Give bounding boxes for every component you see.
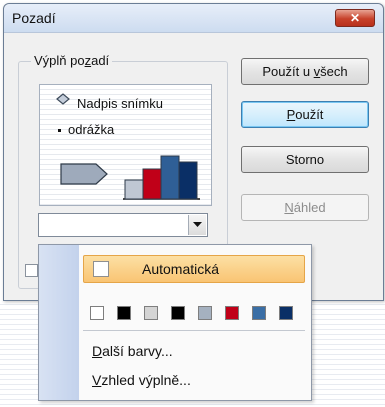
close-button[interactable]: ✕: [335, 9, 375, 27]
preview-label: Náhled: [284, 200, 326, 215]
swatch-steel-blue[interactable]: [252, 306, 266, 320]
preview-button[interactable]: Náhled: [241, 194, 369, 221]
arrow-shape: [60, 163, 108, 185]
apply-to-all-label: Použít u všech: [262, 64, 348, 79]
chart-bar-4: [178, 161, 198, 200]
menu-separator: [83, 330, 305, 331]
automatic-swatch: [93, 261, 109, 277]
apply-button[interactable]: Použít: [241, 101, 369, 128]
preview-bullet-text: odrážka: [68, 122, 115, 137]
cancel-label: Storno: [285, 152, 325, 167]
omit-graphics-checkbox[interactable]: [25, 264, 38, 277]
chart-bar-3: [160, 155, 180, 200]
menu-stripe: [39, 245, 79, 400]
swatch-navy[interactable]: [279, 306, 293, 320]
apply-label: Použít: [286, 107, 324, 122]
title-bar: Pozadí ✕: [4, 4, 383, 33]
swatch-white[interactable]: [90, 306, 104, 320]
automatic-color-item[interactable]: Automatická: [83, 255, 305, 283]
close-icon: ✕: [349, 11, 361, 25]
fill-effects-item[interactable]: Vzhled výplně...: [92, 372, 191, 388]
fill-color-dropdown[interactable]: [38, 213, 208, 237]
cancel-button[interactable]: Storno: [241, 146, 369, 173]
chevron-down-icon: [193, 222, 202, 227]
background-fill-label: Výplň pozadí: [31, 53, 113, 68]
dialog-title: Pozadí: [12, 10, 56, 26]
slide-preview: Nadpis snímku odrážka: [39, 84, 212, 206]
fill-color-menu: Automatická Další barvy... Vzhled výplně…: [38, 244, 312, 401]
swatch-black-2[interactable]: [171, 306, 185, 320]
bullet-dot: [58, 129, 61, 132]
chart-bar-1: [124, 179, 144, 200]
dropdown-button[interactable]: [188, 215, 206, 235]
swatch-red[interactable]: [225, 306, 239, 320]
automatic-label: Automatická: [142, 261, 220, 277]
swatch-light-gray[interactable]: [144, 306, 158, 320]
swatch-blue-gray[interactable]: [198, 306, 212, 320]
preview-title-text: Nadpis snímku: [77, 96, 163, 111]
chart-bar-2: [142, 168, 162, 200]
diamond-bullet-icon: [56, 93, 70, 105]
more-colors-item[interactable]: Další barvy...: [92, 343, 173, 359]
apply-to-all-button[interactable]: Použít u všech: [241, 58, 369, 85]
swatch-black[interactable]: [117, 306, 131, 320]
